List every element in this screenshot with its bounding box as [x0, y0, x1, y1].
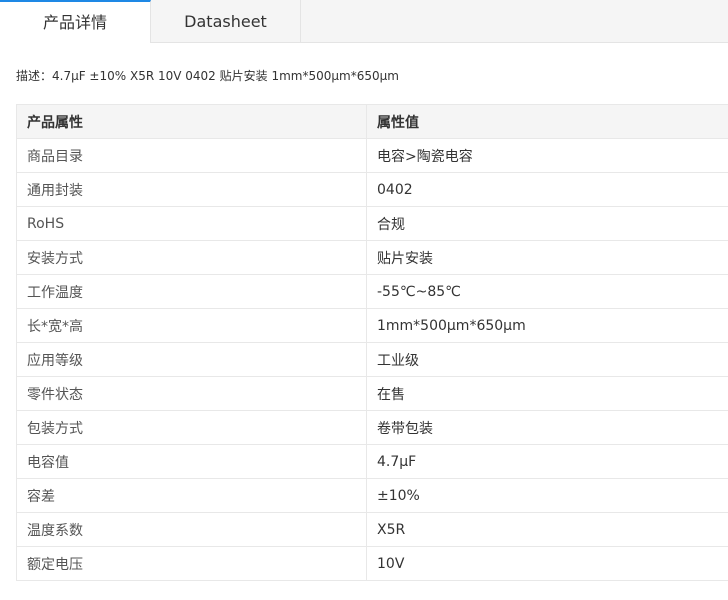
tab-product-details[interactable]: 产品详情 — [0, 0, 151, 43]
table-row: 容差 ±10% — [16, 478, 728, 513]
attribute-value: 贴片安装 — [366, 240, 728, 275]
attribute-name: 温度系数 — [16, 512, 367, 547]
attribute-name: 商品目录 — [16, 138, 367, 173]
attribute-value: 电容>陶瓷电容 — [366, 138, 728, 173]
attribute-name: 长*宽*高 — [16, 308, 367, 343]
attribute-value: 在售 — [366, 376, 728, 411]
attribute-table: 产品属性 属性值 商品目录 电容>陶瓷电容 通用封装 0402 RoHS 合规 … — [16, 104, 728, 581]
attribute-name: 通用封装 — [16, 172, 367, 207]
attribute-name: 额定电压 — [16, 546, 367, 581]
table-row: 长*宽*高 1mm*500μm*650μm — [16, 308, 728, 343]
attribute-name: 电容值 — [16, 444, 367, 479]
table-row: 工作温度 -55℃~85℃ — [16, 274, 728, 309]
table-row: 安装方式 贴片安装 — [16, 240, 728, 275]
attribute-value: ±10% — [366, 478, 728, 513]
attribute-name: 安装方式 — [16, 240, 367, 275]
table-row: 温度系数 X5R — [16, 512, 728, 547]
attribute-name: 包装方式 — [16, 410, 367, 445]
attribute-value: -55℃~85℃ — [366, 274, 728, 309]
table-row: 包装方式 卷带包装 — [16, 410, 728, 445]
attribute-name: 应用等级 — [16, 342, 367, 377]
product-detail-page: 产品详情 Datasheet 描述：4.7μF ±10% X5R 10V 040… — [0, 0, 728, 600]
attribute-value: 卷带包装 — [366, 410, 728, 445]
attribute-name: 容差 — [16, 478, 367, 513]
attribute-value: 合规 — [366, 206, 728, 241]
attribute-value: 10V — [366, 546, 728, 581]
column-header-value: 属性值 — [366, 104, 728, 139]
tab-datasheet[interactable]: Datasheet — [151, 0, 301, 42]
attribute-value: 1mm*500μm*650μm — [366, 308, 728, 343]
attribute-name: RoHS — [16, 206, 367, 241]
table-header-row: 产品属性 属性值 — [16, 104, 728, 139]
table-row: RoHS 合规 — [16, 206, 728, 241]
tab-bar: 产品详情 Datasheet — [0, 0, 728, 43]
column-header-attribute: 产品属性 — [16, 104, 367, 139]
table-row: 商品目录 电容>陶瓷电容 — [16, 138, 728, 173]
table-row: 额定电压 10V — [16, 546, 728, 581]
attribute-name: 工作温度 — [16, 274, 367, 309]
table-row: 通用封装 0402 — [16, 172, 728, 207]
table-row: 电容值 4.7μF — [16, 444, 728, 479]
attribute-name: 零件状态 — [16, 376, 367, 411]
attribute-value: 0402 — [366, 172, 728, 207]
product-description: 描述：4.7μF ±10% X5R 10V 0402 贴片安装 1mm*500μ… — [16, 69, 399, 83]
attribute-value: 4.7μF — [366, 444, 728, 479]
attribute-value: X5R — [366, 512, 728, 547]
attribute-value: 工业级 — [366, 342, 728, 377]
table-row: 零件状态 在售 — [16, 376, 728, 411]
table-row: 应用等级 工业级 — [16, 342, 728, 377]
